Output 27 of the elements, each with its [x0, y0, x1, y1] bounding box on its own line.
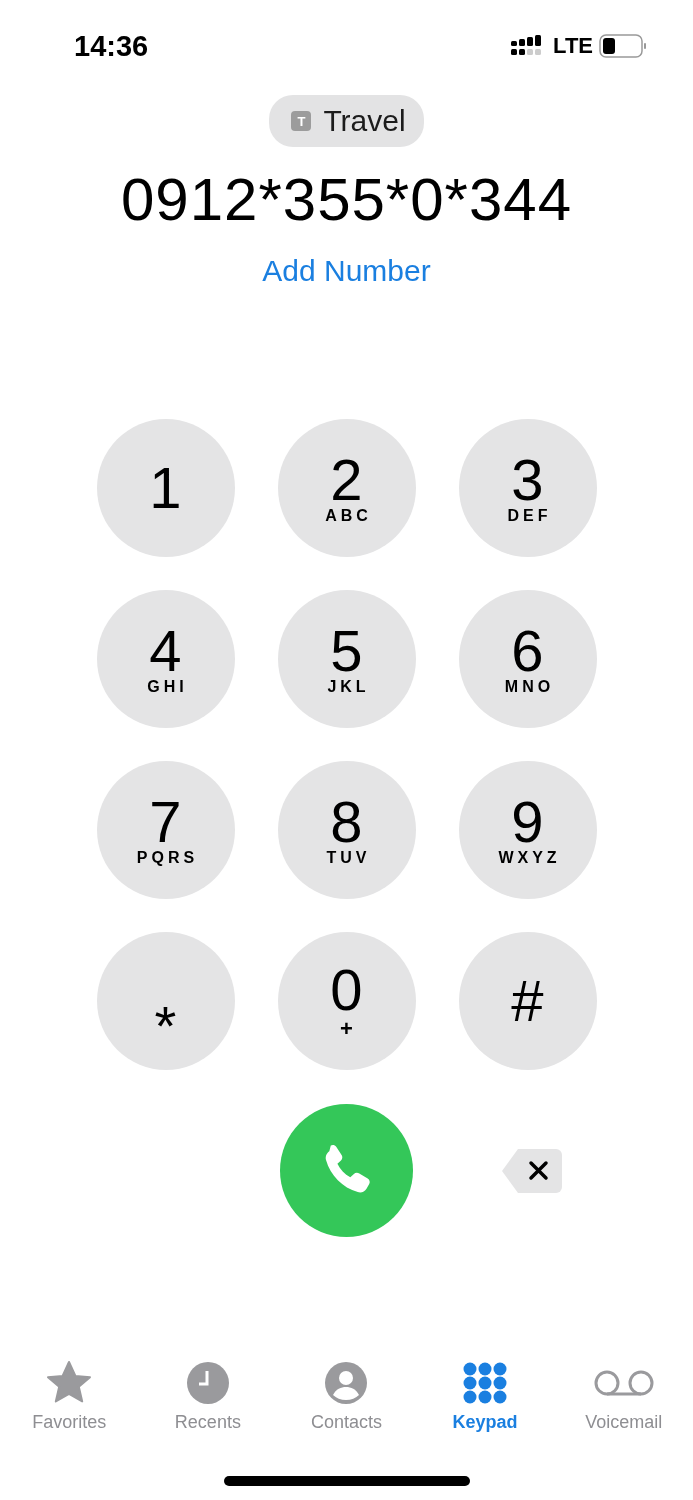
keypad-key[interactable]: 6 MNO [458, 590, 597, 728]
battery-icon [599, 34, 647, 58]
tab[interactable]: Keypad [420, 1360, 551, 1433]
backspace-icon [501, 1148, 562, 1193]
person-icon [325, 1362, 368, 1404]
keypad-key[interactable]: 2 ABC [277, 419, 416, 557]
keypad-key[interactable]: 9 WXYZ [458, 761, 597, 899]
keypad-key[interactable]: 5 JKL [277, 590, 416, 728]
keypad-key[interactable]: 0 + [277, 932, 416, 1070]
clock-icon [186, 1362, 229, 1404]
delete-button[interactable] [501, 1148, 562, 1193]
status-time: 14:36 [74, 29, 149, 63]
dialed-number: 0912*355*0*344 [120, 165, 573, 234]
keypad-key[interactable]: 8 TUV [277, 761, 416, 899]
keypad-key[interactable]: 4 GHI [96, 590, 235, 728]
line-letter-icon: T [291, 111, 312, 131]
keypad-key[interactable]: 7 PQRS [96, 761, 235, 899]
line-badge[interactable]: T Travel [269, 95, 424, 147]
keypad-key[interactable]: * [96, 932, 235, 1070]
add-number-link[interactable]: Add Number [262, 254, 431, 288]
keypad-key[interactable]: 1 [96, 419, 235, 557]
keypad-key[interactable]: # [458, 932, 597, 1070]
line-label: Travel [323, 104, 406, 138]
voicemail-icon [593, 1369, 654, 1397]
keypad-key[interactable]: 3 DEF [458, 419, 597, 557]
network-type: LTE [553, 33, 593, 59]
keypad-icon [463, 1362, 508, 1404]
